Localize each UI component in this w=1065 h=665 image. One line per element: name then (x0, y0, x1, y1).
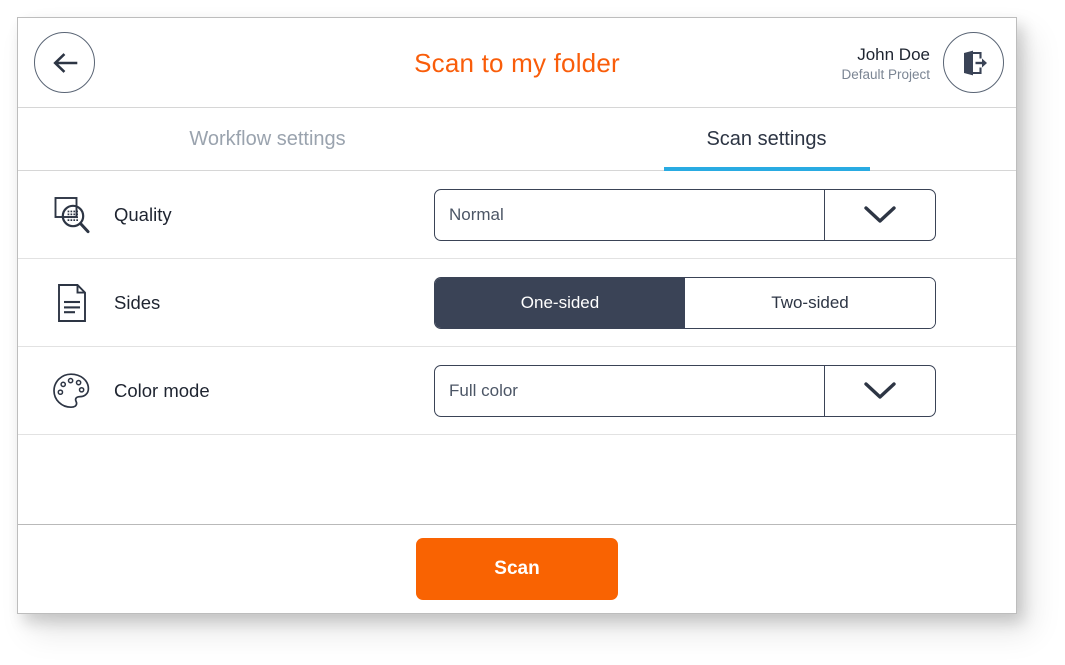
chevron-down-icon[interactable] (824, 365, 935, 416)
setting-label-quality: Quality (114, 203, 172, 225)
quality-magnifier-icon (46, 194, 98, 236)
document-page-icon (46, 282, 98, 324)
user-info: John Doe Default Project (841, 44, 930, 84)
logout-door-icon (963, 50, 987, 75)
setting-label-color-mode: Color mode (114, 379, 210, 401)
settings-empty-area (18, 435, 1016, 525)
scan-app-window: Scan to my folder John Doe Default Proje… (17, 17, 1017, 614)
color-palette-icon (46, 370, 98, 412)
tab-workflow-settings[interactable]: Workflow settings (18, 108, 517, 170)
scan-settings-list: Quality Normal Sides One-sided Two-sided… (18, 171, 1016, 525)
setting-row-color-mode: Color mode Full color (18, 347, 1016, 435)
sides-toggle-group: One-sided Two-sided (434, 276, 936, 329)
quality-dropdown[interactable]: Normal (434, 188, 936, 241)
tab-scan-settings[interactable]: Scan settings (517, 108, 1016, 170)
settings-tabs: Workflow settings Scan settings (18, 108, 1016, 171)
setting-row-sides: Sides One-sided Two-sided (18, 259, 1016, 347)
user-project: Default Project (841, 67, 930, 83)
arrow-left-icon (52, 52, 77, 73)
back-button[interactable] (34, 32, 95, 93)
setting-control-sides: One-sided Two-sided (434, 276, 1016, 329)
color-mode-dropdown[interactable]: Full color (434, 364, 936, 417)
chevron-down-icon[interactable] (824, 189, 935, 240)
tab-workflow-settings-label: Workflow settings (189, 127, 346, 150)
quality-dropdown-value: Normal (449, 204, 504, 224)
sides-option-two-sided[interactable]: Two-sided (685, 277, 935, 328)
setting-row-quality: Quality Normal (18, 171, 1016, 259)
tab-scan-settings-label: Scan settings (706, 127, 827, 150)
sides-option-one-sided[interactable]: One-sided (435, 277, 685, 328)
setting-label-sides: Sides (114, 291, 161, 313)
app-header: Scan to my folder John Doe Default Proje… (18, 18, 1016, 108)
logout-button[interactable] (943, 32, 1004, 93)
color-mode-dropdown-value: Full color (449, 380, 518, 400)
setting-control-color-mode: Full color (434, 364, 1016, 417)
user-name: John Doe (857, 45, 930, 64)
scan-button[interactable]: Scan (416, 538, 618, 600)
setting-control-quality: Normal (434, 188, 1016, 241)
app-footer: Scan (18, 525, 1016, 613)
